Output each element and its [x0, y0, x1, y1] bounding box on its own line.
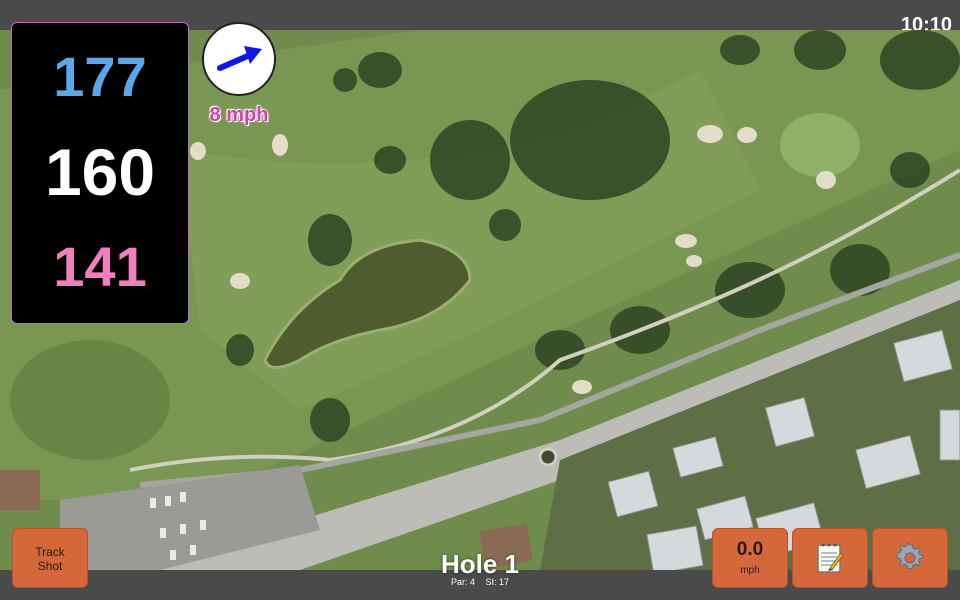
wind-direction-dial [202, 22, 276, 96]
wind-button-unit: mph [740, 565, 760, 576]
hole-par: Par: 4 [450, 577, 475, 587]
hole-stroke-index: SI: 17 [485, 577, 510, 587]
gear-icon [896, 541, 924, 569]
wind-speed: 8 mph [209, 104, 269, 126]
notepad-icon [817, 543, 844, 573]
track-shot-button[interactable]: Track Shot [12, 528, 88, 588]
hole-info: Par: 4 SI: 17 [400, 577, 560, 587]
track-shot-label-line2: Shot [37, 559, 63, 573]
track-shot-label-line1: Track [35, 545, 65, 559]
back-distance: 177 [53, 45, 147, 108]
hole-title: Hole 1 [440, 549, 520, 579]
notes-button[interactable] [792, 528, 868, 588]
settings-button[interactable] [872, 528, 948, 588]
wind-speed-button[interactable]: 0.0 mph [712, 528, 788, 588]
wind-button-value: 0.0 [736, 539, 764, 560]
distance-panel[interactable]: 177 160 141 [11, 22, 189, 324]
middle-distance: 160 [44, 135, 156, 209]
wind-direction-arrow-icon [217, 46, 262, 71]
front-distance: 141 [53, 235, 147, 298]
